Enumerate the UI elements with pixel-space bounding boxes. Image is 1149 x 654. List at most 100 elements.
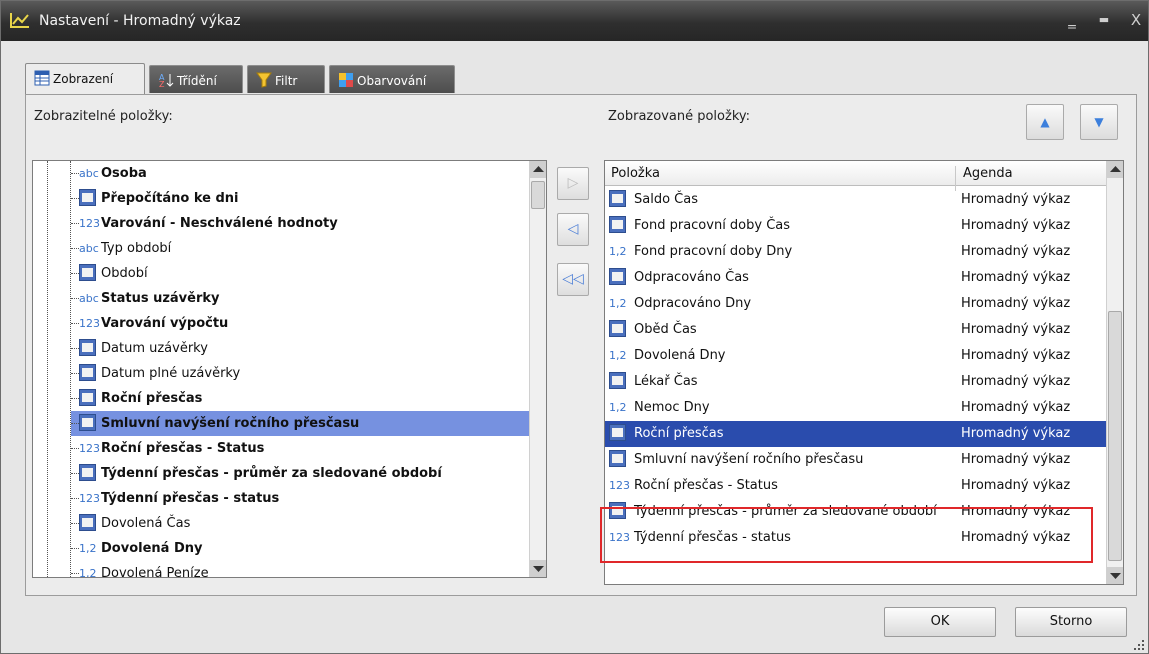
tree-connector	[71, 298, 79, 299]
tree-item-label: Datum plné uzávěrky	[101, 366, 241, 381]
tree-scrollbar[interactable]	[529, 161, 546, 577]
grid-row[interactable]: Smluvní navýšení ročního přesčasu Hromadn…	[605, 447, 1108, 473]
tree-item[interactable]: abc Status uzávěrky	[71, 286, 531, 311]
tree-item-type	[79, 511, 101, 536]
grid-cell-item: 123 Roční přesčas - Status	[609, 473, 778, 499]
cancel-button[interactable]: Storno	[1015, 607, 1127, 637]
tree-connector	[71, 498, 79, 499]
tree-item-type	[79, 461, 101, 486]
move-up-button[interactable]: ▲	[1026, 104, 1064, 140]
tree-item-label: Varování výpočtu	[101, 316, 229, 331]
grid-item-label: Oběd Čas	[634, 322, 697, 337]
arrow-right-icon: ▷	[567, 175, 579, 191]
date-field-icon	[609, 320, 626, 337]
grid-row[interactable]: Roční přesčas Hromadný výkaz	[605, 421, 1108, 447]
grid-scrollbar[interactable]	[1106, 161, 1123, 584]
scroll-thumb[interactable]	[531, 181, 545, 209]
tree-item-label: Přepočítáno ke dni	[101, 191, 239, 206]
tree-item[interactable]: Roční přesčas	[71, 386, 531, 411]
available-items-tree[interactable]: abc Osoba Přepočítáno ke dni 123Varování - …	[32, 160, 547, 578]
grid-row[interactable]: Odpracováno Čas Hromadný výkaz	[605, 265, 1108, 291]
tab-filtr[interactable]: Filtr	[247, 65, 325, 93]
tab-label: Zobrazení	[53, 72, 114, 86]
available-items-label: Zobrazitelné položky:	[34, 109, 173, 124]
grid-row[interactable]: Saldo Čas Hromadný výkaz	[605, 187, 1108, 213]
tree-item[interactable]: Týdenní přesčas - průměr za sledované ob…	[71, 461, 531, 486]
tree-item[interactable]: Datum uzávěrky	[71, 336, 531, 361]
tree-item-label: Dovolená Peníze	[101, 566, 209, 578]
tree-item-label: Osoba	[101, 166, 147, 181]
scroll-up-arrow-icon[interactable]	[530, 161, 546, 178]
minimize-button[interactable]: ‗	[1061, 9, 1083, 31]
tree-item[interactable]: Dovolená Čas	[71, 511, 531, 536]
grid-item-label: Dovolená Dny	[634, 348, 726, 363]
grid-row[interactable]: 123 Roční přesčas - Status Hromadný výkaz	[605, 473, 1108, 499]
date-field-icon	[79, 414, 96, 431]
tab-label: Třídění	[177, 74, 217, 88]
remove-all-button[interactable]: ◁◁	[557, 263, 589, 296]
tree-item[interactable]: 123Varování výpočtu	[71, 311, 531, 336]
move-down-button[interactable]: ▼	[1080, 104, 1118, 140]
tree-item[interactable]: Přepočítáno ke dni	[71, 186, 531, 211]
tree-item[interactable]: abc Typ období	[71, 236, 531, 261]
tab-label: Filtr	[275, 74, 298, 88]
grid-row[interactable]: 1,2 Nemoc Dny Hromadný výkaz	[605, 395, 1108, 421]
tree-item-label: Roční přesčas	[101, 391, 203, 406]
tree-item[interactable]: 123Roční přesčas - Status	[71, 436, 531, 461]
scroll-up-arrow-icon[interactable]	[1107, 161, 1123, 178]
tree-item-label: Datum uzávěrky	[101, 341, 208, 356]
grid-cell-agenda: Hromadný výkaz	[961, 218, 1071, 233]
grid-cell-item: 1,2 Odpracováno Dny	[609, 291, 751, 317]
tree-item[interactable]: 1,2 Dovolená Peníze	[71, 561, 531, 578]
resize-grip-icon[interactable]	[1132, 638, 1146, 652]
tab-trideni[interactable]: A Z Třídění	[149, 65, 243, 93]
tab-zobrazeni[interactable]: Zobrazení	[25, 63, 145, 95]
tree-connector	[71, 573, 79, 574]
ok-button[interactable]: OK	[884, 607, 996, 637]
grid-cell-item: Smluvní navýšení ročního přesčasu	[609, 447, 863, 473]
grid-row[interactable]: 1,2 Fond pracovní doby Dny Hromadný výkaz	[605, 239, 1108, 265]
remove-item-button[interactable]: ◁	[557, 213, 589, 246]
tree-item-type: 1,2	[79, 536, 101, 561]
grid-item-type: 1,2	[609, 239, 634, 265]
scroll-thumb[interactable]	[1108, 311, 1122, 561]
grid-item-label: Smluvní navýšení ročního přesčasu	[634, 452, 864, 467]
tree-item[interactable]: Datum plné uzávěrky	[71, 361, 531, 386]
grid-item-label: Odpracováno Čas	[634, 270, 749, 285]
tab-obarvovani[interactable]: Obarvování	[329, 65, 455, 93]
column-header-item[interactable]: Položka	[611, 166, 660, 181]
scroll-down-arrow-icon[interactable]	[530, 560, 546, 577]
tree-item[interactable]: 1,2 Dovolená Dny	[71, 536, 531, 561]
arrow-down-icon: ▼	[1094, 115, 1104, 129]
display-panel: Zobrazitelné položky: Zobrazované položk…	[25, 94, 1137, 596]
grid-row[interactable]: Fond pracovní doby Čas Hromadný výkaz	[605, 213, 1108, 239]
grid-row[interactable]: Oběd Čas Hromadný výkaz	[605, 317, 1108, 343]
tree-item[interactable]: abc Osoba	[71, 161, 531, 186]
number-field-icon: 123	[609, 479, 630, 492]
grid-item-type	[609, 447, 634, 473]
grid-item-type: 1,2	[609, 343, 634, 369]
scroll-down-arrow-icon[interactable]	[1107, 567, 1123, 584]
tree-item[interactable]: 123Varování - Neschválené hodnoty	[71, 211, 531, 236]
grid-cell-agenda: Hromadný výkaz	[961, 270, 1071, 285]
tree-item[interactable]: 123Týdenní přesčas - status	[71, 486, 531, 511]
double-arrow-left-icon: ◁◁	[562, 271, 584, 287]
tree-item[interactable]: Smluvní navýšení ročního přesčasu	[71, 411, 531, 436]
title-bar[interactable]: Nastavení - Hromadný výkaz ‗ ▬ X	[1, 1, 1148, 41]
maximize-button[interactable]: ▬	[1093, 9, 1115, 31]
add-item-button[interactable]: ▷	[557, 167, 589, 200]
grid-cell-agenda: Hromadný výkaz	[961, 426, 1071, 441]
close-button[interactable]: X	[1125, 9, 1147, 31]
grid-cell-item: Saldo Čas	[609, 187, 698, 213]
date-field-icon	[79, 189, 96, 206]
grid-row[interactable]: 1,2 Dovolená Dny Hromadný výkaz	[605, 343, 1108, 369]
grid-row[interactable]: Lékař Čas Hromadný výkaz	[605, 369, 1108, 395]
tree-item[interactable]: Období	[71, 261, 531, 286]
column-header-agenda[interactable]: Agenda	[963, 166, 1013, 181]
tree-connector	[71, 398, 79, 399]
grid-cell-agenda: Hromadný výkaz	[961, 374, 1071, 389]
number-field-icon: 1,2	[609, 349, 627, 362]
arrow-up-icon: ▲	[1040, 115, 1050, 129]
grid-item-label: Nemoc Dny	[634, 400, 710, 415]
grid-row[interactable]: 1,2 Odpracováno Dny Hromadný výkaz	[605, 291, 1108, 317]
